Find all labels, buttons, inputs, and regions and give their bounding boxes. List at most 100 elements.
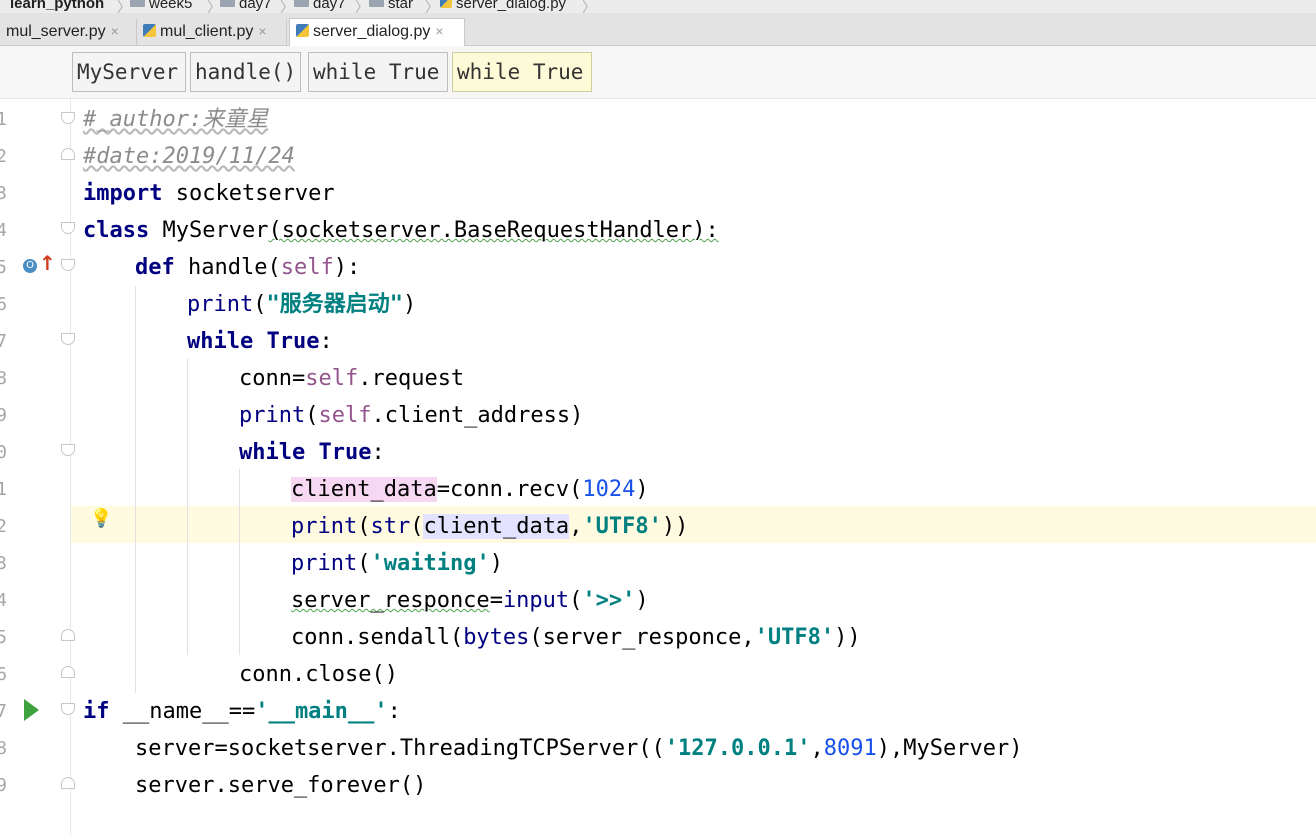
- line-number: 2: [0, 516, 7, 537]
- code-text: =conn.recv(: [436, 477, 583, 502]
- line-number: 4: [0, 590, 7, 611]
- line-number: 0: [0, 442, 7, 463]
- breadcrumb-day7-sub[interactable]: day7: [294, 0, 346, 12]
- indent-guide: [135, 286, 136, 693]
- keyword: import: [83, 181, 163, 206]
- number: 1024: [582, 477, 636, 502]
- variable: client_data: [423, 514, 570, 539]
- folder-icon: [369, 0, 384, 7]
- line-number: 6: [0, 294, 7, 315]
- self-param: self: [305, 366, 359, 391]
- code-text: (: [305, 403, 319, 428]
- breadcrumb-separator: 〉: [207, 0, 221, 13]
- tab-label: mul_server.py: [6, 23, 106, 40]
- code-text: __name__==: [109, 699, 256, 724]
- structure-item-myserver[interactable]: MyServer: [72, 52, 186, 92]
- tab-server-dialog[interactable]: server_dialog.py ×: [289, 18, 465, 46]
- code-line-17[interactable]: if __name__=='__main__':: [83, 693, 401, 730]
- string: '__main__': [255, 699, 388, 724]
- structure-item-handle[interactable]: handle(): [190, 52, 301, 92]
- close-icon[interactable]: ×: [111, 23, 119, 39]
- fold-toggle-icon[interactable]: [61, 629, 75, 641]
- code-editor[interactable]: #_author:来童星 #date:2019/11/24 import soc…: [0, 99, 1316, 835]
- code-line-2[interactable]: #date:2019/11/24: [83, 138, 295, 175]
- code-text: =: [489, 588, 503, 613]
- breadcrumb-project[interactable]: learn_python: [10, 0, 104, 12]
- self-param: self: [280, 255, 334, 280]
- line-number: 5: [0, 257, 7, 278]
- code-text: ): [635, 477, 649, 502]
- keyword: while True: [187, 329, 320, 354]
- code-text: conn.close(): [239, 662, 398, 687]
- builtin: bytes: [463, 625, 530, 650]
- breadcrumb-separator: 〉: [280, 0, 294, 13]
- tab-mul-server[interactable]: mul_server.py ×: [0, 19, 137, 45]
- close-icon[interactable]: ×: [435, 23, 443, 39]
- code-line-19[interactable]: server.serve_forever(): [135, 767, 426, 804]
- string: 'UTF8': [582, 514, 662, 539]
- breadcrumb-file[interactable]: server_dialog.py: [440, 0, 566, 12]
- override-method-icon[interactable]: O: [23, 259, 37, 273]
- breadcrumb-week5[interactable]: week5: [130, 0, 192, 12]
- python-file-icon: [440, 0, 452, 8]
- comment: #date:2019/11/24: [83, 144, 295, 169]
- code-line-12[interactable]: print(str(client_data,'UTF8')): [291, 508, 688, 545]
- code-line-3[interactable]: import socketserver: [83, 175, 335, 212]
- code-line-15[interactable]: conn.sendall(bytes(server_responce,'UTF8…: [291, 619, 861, 656]
- structure-item-while-inner[interactable]: while True: [452, 52, 592, 92]
- builtin: str: [370, 514, 411, 539]
- structure-item-while-outer[interactable]: while True: [308, 52, 448, 92]
- code-line-13[interactable]: print('waiting'): [291, 545, 503, 582]
- code-line-16[interactable]: conn.close(): [239, 656, 398, 693]
- code-text: :: [387, 699, 401, 724]
- comment: #_author:来童星: [83, 107, 269, 132]
- breadcrumb-star[interactable]: star: [369, 0, 413, 12]
- run-icon[interactable]: [24, 699, 39, 721]
- code-text: ): [489, 551, 503, 576]
- folder-icon: [130, 0, 145, 7]
- code-structure-bar: MyServer handle() while True while True: [0, 46, 1316, 99]
- keyword: if: [83, 699, 110, 724]
- code-line-5[interactable]: def handle(self):: [135, 249, 360, 286]
- code-line-7[interactable]: while True:: [187, 323, 333, 360]
- line-number: 2: [0, 146, 7, 167]
- editor-gutter[interactable]: 1 2 3 4 5 6 7 8 9 0 1 2 3 4 5 6 7 8 9 O …: [0, 99, 112, 835]
- code-text: ): [402, 292, 417, 317]
- code-line-9[interactable]: print(self.client_address): [239, 397, 583, 434]
- code-line-11[interactable]: client_data=conn.recv(1024): [291, 471, 649, 508]
- code-line-6[interactable]: print("服务器启动"): [187, 286, 416, 323]
- fold-toggle-icon[interactable]: [61, 148, 75, 160]
- builtin: input: [502, 588, 570, 613]
- fold-toggle-icon[interactable]: [61, 666, 75, 678]
- lightbulb-icon[interactable]: 💡: [90, 508, 112, 529]
- code-line-8[interactable]: conn=self.request: [239, 360, 464, 397]
- code-line-4[interactable]: class MyServer(socketserver.BaseRequestH…: [83, 212, 719, 249]
- builtin: print: [291, 514, 358, 539]
- code-text: socketserver: [162, 181, 335, 206]
- code-line-1[interactable]: #_author:来童星: [83, 101, 268, 138]
- self-param: self: [318, 403, 372, 428]
- builtin: print: [291, 551, 358, 576]
- folder-icon: [294, 0, 309, 7]
- keyword: class: [83, 218, 150, 243]
- code-text: server=socketserver.ThreadingTCPServer((: [135, 736, 665, 761]
- code-line-10[interactable]: while True:: [239, 434, 385, 471]
- current-line-highlight: [71, 506, 1316, 543]
- code-text: .client_address): [371, 403, 584, 428]
- code-text: ,: [810, 736, 824, 761]
- string: '127.0.0.1': [664, 736, 811, 761]
- code-line-14[interactable]: server_responce=input('>>'): [291, 582, 649, 619]
- code-text: (: [357, 514, 371, 539]
- line-number: 1: [0, 109, 7, 130]
- tab-mul-client[interactable]: mul_client.py ×: [137, 19, 287, 45]
- arrow-up-icon[interactable]: ↑: [39, 251, 56, 275]
- breadcrumb-day7[interactable]: day7: [220, 0, 272, 12]
- number: 8091: [823, 736, 877, 761]
- code-line-18[interactable]: server=socketserver.ThreadingTCPServer((…: [135, 730, 1022, 767]
- indent-guide: [187, 358, 188, 655]
- fold-toggle-icon[interactable]: [61, 777, 75, 789]
- string: 'waiting': [370, 551, 490, 576]
- breadcrumb-separator: 〉: [582, 0, 596, 13]
- keyword: while True: [239, 440, 372, 465]
- close-icon[interactable]: ×: [258, 23, 266, 39]
